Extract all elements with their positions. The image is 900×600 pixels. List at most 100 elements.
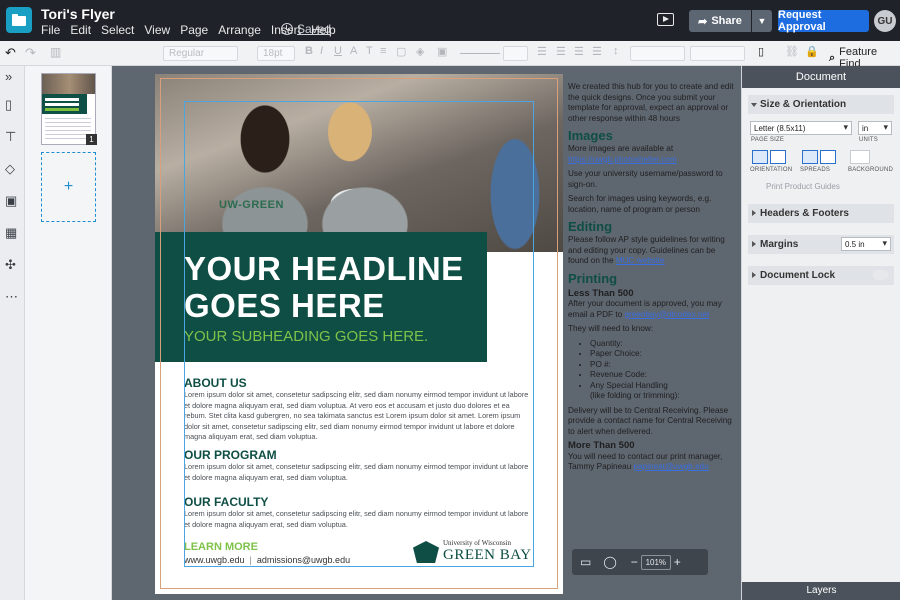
underline-icon[interactable]: U <box>334 45 342 57</box>
section-body-about[interactable]: Lorem ipsum dolor sit amet, consetetur s… <box>184 390 534 443</box>
undo-icon[interactable]: ↶ <box>5 45 16 61</box>
panel-header[interactable]: Document <box>742 66 900 88</box>
zoom-in-button[interactable]: + <box>674 555 681 569</box>
link-icon[interactable]: ⛓ <box>785 45 799 58</box>
print-email-link[interactable]: greenbay@dtcodex.net <box>624 310 709 319</box>
menu-arrange[interactable]: Arrange <box>218 23 261 37</box>
font-size-select[interactable]: 18pt <box>257 46 295 61</box>
headline[interactable]: YOUR HEADLINE GOES HERE <box>184 250 464 324</box>
top-bar: Tori's Flyer File Edit Select View Page … <box>0 0 900 41</box>
menu-edit[interactable]: Edit <box>70 23 91 37</box>
notes-images-p3: Search for images using keywords, e.g. l… <box>568 194 712 214</box>
headline-line-2: GOES HERE <box>184 287 385 324</box>
spacing-field[interactable] <box>630 46 685 61</box>
zoom-level-field[interactable]: 101% <box>640 554 671 570</box>
chat-icon[interactable]: ◯ <box>603 555 616 569</box>
margins-field[interactable]: 0.5 in <box>841 237 891 251</box>
section-heading-about[interactable]: ABOUT US <box>184 376 247 390</box>
elements-icon[interactable]: ✣ <box>5 257 16 273</box>
document-lock-label: Document Lock <box>760 270 836 281</box>
saved-status[interactable]: Saved <box>281 22 331 36</box>
table-icon[interactable]: ▦ <box>5 225 17 241</box>
more-icon[interactable]: ⋯ <box>5 289 18 305</box>
menu-select[interactable]: Select <box>101 23 134 37</box>
text-icon[interactable]: T <box>366 45 373 57</box>
single-page-button[interactable] <box>802 150 818 164</box>
muc-website-link[interactable]: MUC website <box>616 256 665 265</box>
notes-intro: We created this hub for you to create an… <box>568 82 734 123</box>
align-center-icon[interactable]: ☰ <box>556 45 566 58</box>
canvas[interactable]: UW-GREEN YOUR HEADLINE GOES HERE YOUR SU… <box>112 66 741 600</box>
menu-file[interactable]: File <box>41 23 60 37</box>
uwgb-logo[interactable]: University of Wisconsin GREEN BAY <box>413 539 535 565</box>
thumbnail-band <box>42 94 87 114</box>
photoshelter-link[interactable]: https://uwgb.photoshelter.com <box>568 155 677 164</box>
fill-icon[interactable]: ◈ <box>416 45 424 58</box>
margins-section[interactable]: Margins 0.5 in <box>748 235 894 254</box>
align-left-icon[interactable]: ☰ <box>537 45 547 58</box>
lock-icon[interactable]: 🔒 <box>805 45 819 58</box>
document-lock-toggle[interactable] <box>873 270 889 280</box>
landscape-button[interactable] <box>770 150 786 164</box>
share-label: Share <box>711 15 742 27</box>
size-orientation-section[interactable]: Size & Orientation <box>748 95 894 114</box>
tracking-field[interactable] <box>690 46 745 61</box>
avatar[interactable]: GU <box>874 10 896 32</box>
contact-line[interactable]: www.uwgb.edu | admissions@uwgb.edu <box>184 555 350 565</box>
page-icon[interactable]: ▯ <box>5 97 12 113</box>
layers-panel-tab[interactable]: Layers <box>742 582 900 600</box>
units-select[interactable]: in <box>858 121 892 135</box>
menu-page[interactable]: Page <box>180 23 208 37</box>
line-style-select[interactable] <box>460 53 500 54</box>
shirt-text: UW-GREEN <box>219 199 284 211</box>
portrait-button[interactable] <box>752 150 768 164</box>
section-body-faculty[interactable]: Lorem ipsum dolor sit amet, consetetur s… <box>184 509 534 530</box>
section-body-program[interactable]: Lorem ipsum dolor sit amet, consetetur s… <box>184 462 534 483</box>
document-lock-section[interactable]: Document Lock <box>748 266 894 285</box>
text-tool-icon[interactable]: ⊤ <box>5 129 16 145</box>
print-manager-email-link[interactable]: papineat@uwgb.edu <box>634 462 709 471</box>
menu-view[interactable]: View <box>144 23 170 37</box>
font-style-select[interactable]: Regular <box>163 46 238 61</box>
notes-need-to-know: They will need to know: <box>568 324 654 333</box>
background-swatch[interactable] <box>850 150 870 164</box>
line-width-field[interactable] <box>503 46 528 61</box>
logo-big-text: GREEN BAY <box>443 547 532 563</box>
section-heading-program[interactable]: OUR PROGRAM <box>184 448 277 462</box>
text-case-icon[interactable]: A <box>350 45 357 57</box>
image-icon[interactable]: ▣ <box>5 193 17 209</box>
notes-delivery: Delivery will be to Central Receiving. P… <box>568 405 732 436</box>
page-size-select[interactable]: Letter (8.5x11) <box>750 121 852 135</box>
add-page-button[interactable]: + <box>41 152 96 222</box>
zoom-out-button[interactable]: − <box>631 555 638 569</box>
expand-icon[interactable]: » <box>5 69 12 84</box>
share-dropdown-button[interactable]: ▼ <box>752 10 772 32</box>
document-icon[interactable]: ▯ <box>758 45 764 58</box>
stroke-icon[interactable]: ▣ <box>437 45 447 58</box>
header-photo[interactable]: UW-GREEN <box>155 74 563 252</box>
format-painter-icon[interactable]: ▥ <box>50 45 61 59</box>
spreads-button[interactable] <box>820 150 836 164</box>
list-icon[interactable]: ≡ <box>380 45 386 57</box>
request-approval-button[interactable]: Request Approval <box>778 9 869 33</box>
subheading[interactable]: YOUR SUBHEADING GOES HERE. <box>184 328 428 345</box>
notes-editing-p: Please follow AP style guidelines for wr… <box>568 235 738 267</box>
frame-icon[interactable]: ▢ <box>396 45 406 58</box>
document-title[interactable]: Tori's Flyer <box>41 6 115 22</box>
print-product-guides-link[interactable]: Print Product Guides <box>766 182 840 191</box>
learn-more-heading[interactable]: LEARN MORE <box>184 541 258 553</box>
flyer-page[interactable]: UW-GREEN YOUR HEADLINE GOES HERE YOUR SU… <box>155 74 563 594</box>
line-spacing-icon[interactable]: ↕ <box>613 45 619 57</box>
folder-icon[interactable] <box>6 7 32 33</box>
present-icon[interactable] <box>657 13 674 26</box>
align-right-icon[interactable]: ☰ <box>574 45 584 58</box>
justify-icon[interactable]: ☰ <box>592 45 602 58</box>
share-button[interactable]: ➦ Share <box>689 10 751 32</box>
section-heading-faculty[interactable]: OUR FACULTY <box>184 495 268 509</box>
bold-icon[interactable]: B <box>305 45 313 57</box>
redo-icon[interactable]: ↷ <box>25 45 36 61</box>
comment-icon[interactable]: ▭ <box>580 555 591 569</box>
headers-footers-section[interactable]: Headers & Footers <box>748 204 894 223</box>
italic-icon[interactable]: I <box>320 45 323 57</box>
shapes-icon[interactable]: ◇ <box>5 161 15 177</box>
